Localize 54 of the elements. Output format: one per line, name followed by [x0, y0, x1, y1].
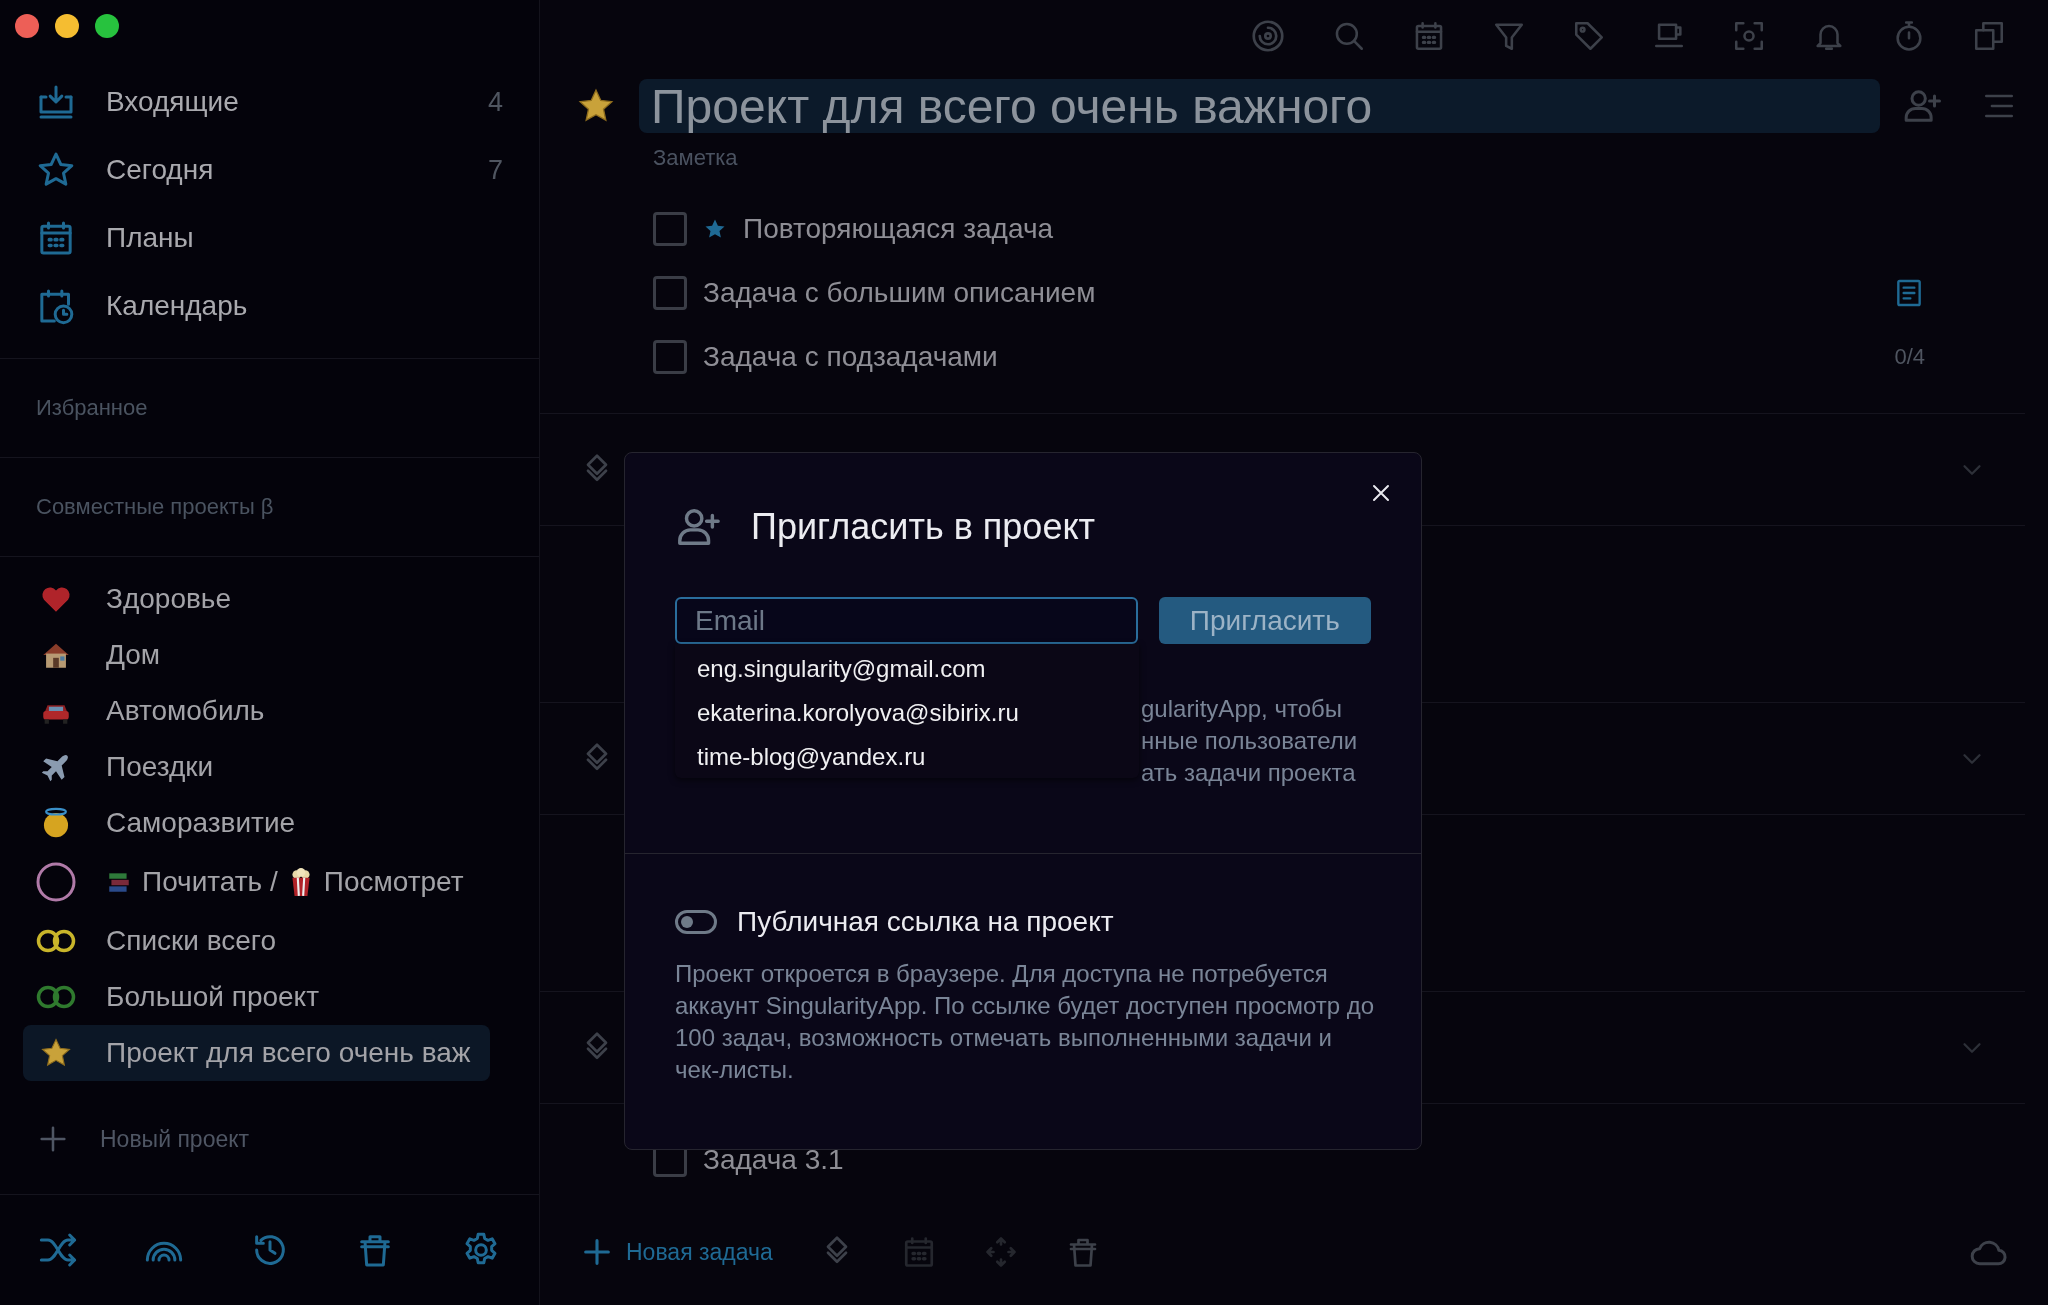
- email-field[interactable]: Email: [675, 597, 1138, 644]
- project-label: Здоровье: [106, 583, 231, 615]
- sidebar-item[interactable]: Календарь: [106, 290, 503, 322]
- task-checkbox[interactable]: [653, 276, 687, 310]
- toggle-switch[interactable]: [675, 910, 717, 934]
- project-label: Автомобиль: [106, 695, 265, 727]
- project-item[interactable]: Списки всего: [23, 913, 490, 969]
- dialog-title: Пригласить в проект: [751, 506, 1096, 548]
- project-label: Списки всего: [106, 925, 276, 957]
- focus-icon[interactable]: [1732, 19, 1766, 53]
- project-label: Большой проект: [106, 981, 319, 1013]
- project-title-field[interactable]: Проект для всего очень важного: [639, 79, 1880, 133]
- description-fragment: gularityApp, чтобы: [1141, 694, 1343, 724]
- minimize-window-button[interactable]: [55, 14, 79, 38]
- project-label: Саморазвитие: [106, 807, 296, 839]
- zoom-window-button[interactable]: [95, 14, 119, 38]
- project-item[interactable]: Большой проект: [23, 969, 490, 1025]
- task-title[interactable]: Задача с большим описанием: [703, 277, 1877, 309]
- sidebar-item[interactable]: Планы: [106, 222, 503, 254]
- sidebar-item[interactable]: Сегодня: [106, 154, 458, 186]
- toggle-label: Публичная ссылка на проект: [737, 906, 1114, 938]
- project-item[interactable]: Почитать / Посмотрет: [23, 851, 490, 913]
- task-title[interactable]: Задача с подзадачами: [703, 341, 1879, 373]
- section-header: Совместные проекты β: [36, 494, 274, 520]
- suggestion-item[interactable]: time-blog@yandex.ru: [675, 735, 1139, 779]
- tag-icon[interactable]: [1572, 19, 1606, 53]
- subtask-count: 0/4: [1894, 344, 1925, 370]
- project-item[interactable]: Автомобиль: [23, 683, 490, 739]
- project-label: Проект для всего очень важ: [106, 1037, 471, 1069]
- project-label: Поездки: [106, 751, 214, 783]
- copy-icon[interactable]: [1972, 19, 2006, 53]
- description-fragment: нные пользователи: [1141, 726, 1359, 756]
- section-header: Избранное: [36, 395, 148, 421]
- close-window-button[interactable]: [15, 14, 39, 38]
- target-icon[interactable]: [1250, 18, 1286, 54]
- project-item[interactable]: Поездки: [23, 739, 490, 795]
- task-checkbox[interactable]: [653, 212, 687, 246]
- project-item[interactable]: Дом: [23, 627, 490, 683]
- task-title[interactable]: Повторяющаяся задача: [743, 213, 1925, 245]
- project-item[interactable]: Саморазвитие: [23, 795, 490, 851]
- suggestion-item[interactable]: ekaterina.korolyova@sibirix.ru: [675, 691, 1139, 735]
- item-count: 4: [487, 86, 503, 118]
- item-count: 7: [487, 154, 503, 186]
- description-fragment: ать задачи проекта: [1141, 758, 1357, 788]
- description-text: Проект откроется в браузере. Для доступа не потребуется аккаунт SingularityApp. По ссылке будет доступен просмотр до 100 задач, возможность отмечать выполненными задачи и чек-листы.: [675, 959, 1375, 1085]
- shuffle-icon[interactable]: [38, 1230, 78, 1270]
- project-label: Дом: [106, 639, 161, 671]
- project-item[interactable]: Здоровье: [23, 571, 490, 627]
- project-label: Посмотрет: [323, 866, 464, 898]
- suggestion-item[interactable]: eng.singularity@gmail.com: [675, 647, 1139, 691]
- task-checkbox[interactable]: [653, 340, 687, 374]
- project-label: Почитать /: [142, 866, 278, 898]
- sidebar-item[interactable]: Входящие: [106, 86, 458, 118]
- selected-project-item[interactable]: Проект для всего очень важ: [23, 1025, 490, 1081]
